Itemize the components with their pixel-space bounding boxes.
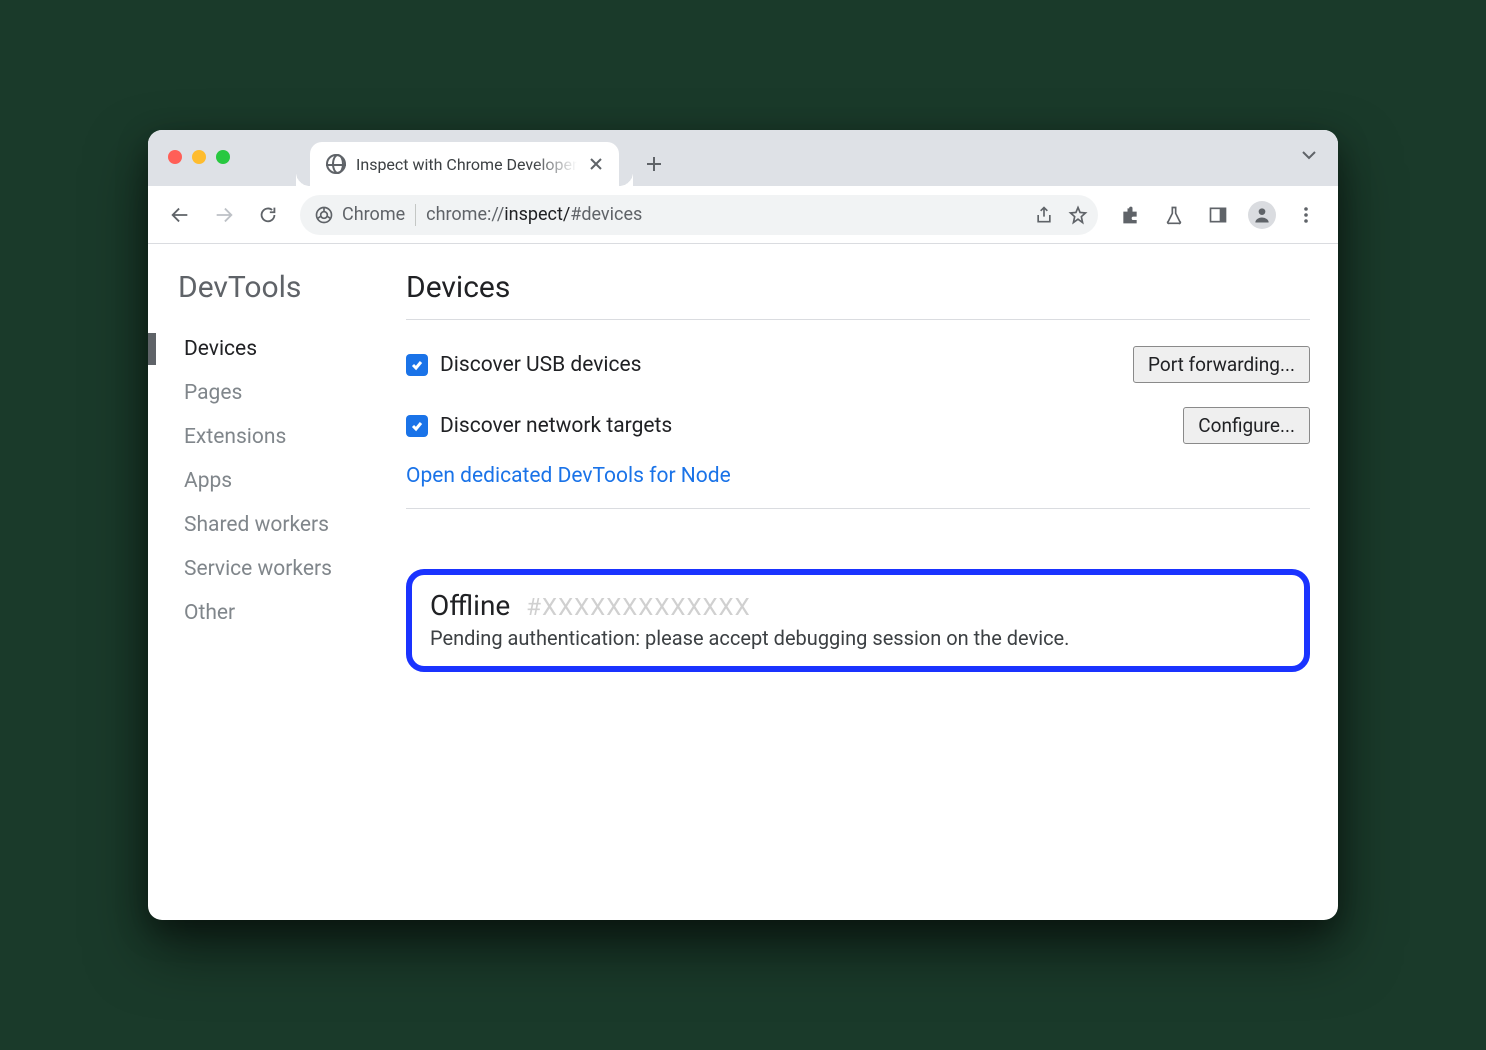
close-window-button[interactable] [168, 150, 182, 164]
browser-tab[interactable]: Inspect with Chrome Developer [310, 142, 619, 186]
checkbox-usb[interactable] [406, 354, 428, 376]
sidebar-item-other[interactable]: Other [172, 591, 396, 635]
back-button[interactable] [162, 197, 198, 233]
device-message: Pending authentication: please accept de… [430, 626, 1286, 650]
chrome-chip-label: Chrome [342, 204, 405, 225]
device-status: Offline [430, 589, 510, 622]
minimize-window-button[interactable] [192, 150, 206, 164]
extensions-icon[interactable] [1112, 197, 1148, 233]
main-panel: Devices Discover USB devices Port forwar… [406, 270, 1320, 894]
globe-icon [326, 154, 346, 174]
label-network[interactable]: Discover network targets [406, 414, 672, 438]
bookmark-icon[interactable] [1068, 205, 1088, 225]
sidebar-item-shared-workers[interactable]: Shared workers [172, 503, 396, 547]
chrome-chip: Chrome [314, 204, 405, 225]
checkbox-network-label: Discover network targets [440, 414, 672, 438]
sidepanel-icon[interactable] [1200, 197, 1236, 233]
avatar-icon [1248, 201, 1276, 229]
chrome-icon [314, 205, 334, 225]
discovery-section: Discover USB devices Port forwarding... … [406, 319, 1310, 509]
device-status-box: Offline #XXXXXXXXXXXXX Pending authentic… [406, 569, 1310, 672]
window-controls [168, 150, 230, 164]
row-network: Discover network targets Configure... [406, 395, 1310, 456]
share-icon[interactable] [1034, 205, 1054, 225]
maximize-window-button[interactable] [216, 150, 230, 164]
url-text: chrome://inspect/#devices [426, 204, 642, 225]
row-usb: Discover USB devices Port forwarding... [406, 334, 1310, 395]
toolbar: Chrome chrome://inspect/#devices [148, 186, 1338, 244]
close-tab-button[interactable] [587, 155, 605, 173]
sidebar-nav: Devices Pages Extensions Apps Shared wor… [172, 327, 396, 635]
checkbox-usb-label: Discover USB devices [440, 353, 642, 377]
sidebar: DevTools Devices Pages Extensions Apps S… [166, 270, 396, 894]
tab-dropdown-button[interactable] [1300, 146, 1318, 164]
forward-button[interactable] [206, 197, 242, 233]
checkbox-network[interactable] [406, 415, 428, 437]
new-tab-button[interactable] [637, 147, 671, 181]
tab-bar: Inspect with Chrome Developer [148, 130, 1338, 186]
sidebar-item-devices[interactable]: Devices [172, 327, 396, 371]
sidebar-item-apps[interactable]: Apps [172, 459, 396, 503]
tab-title: Inspect with Chrome Developer [356, 155, 577, 174]
browser-window: Inspect with Chrome Developer Chrome [148, 130, 1338, 920]
configure-button[interactable]: Configure... [1183, 407, 1310, 444]
sidebar-item-service-workers[interactable]: Service workers [172, 547, 396, 591]
sidebar-title: DevTools [178, 270, 396, 305]
node-devtools-link[interactable]: Open dedicated DevTools for Node [406, 456, 731, 488]
address-bar[interactable]: Chrome chrome://inspect/#devices [300, 195, 1098, 235]
sidebar-item-extensions[interactable]: Extensions [172, 415, 396, 459]
reload-button[interactable] [250, 197, 286, 233]
port-forwarding-button[interactable]: Port forwarding... [1133, 346, 1310, 383]
sidebar-item-pages[interactable]: Pages [172, 371, 396, 415]
menu-button[interactable] [1288, 197, 1324, 233]
label-usb[interactable]: Discover USB devices [406, 353, 642, 377]
profile-button[interactable] [1244, 197, 1280, 233]
labs-icon[interactable] [1156, 197, 1192, 233]
page-content: DevTools Devices Pages Extensions Apps S… [148, 244, 1338, 920]
page-heading: Devices [406, 270, 1310, 305]
separator [415, 204, 416, 226]
device-id: #XXXXXXXXXXXXX [526, 593, 750, 621]
